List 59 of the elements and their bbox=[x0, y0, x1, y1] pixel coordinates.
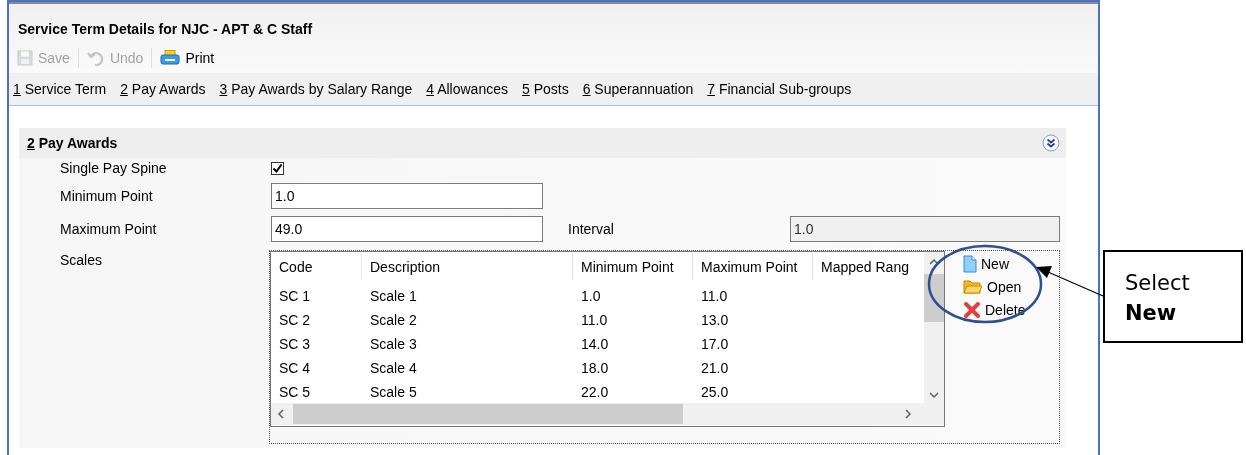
delete-button[interactable]: Delete bbox=[963, 301, 1059, 319]
window-title: Service Term Details for NJC - APT & C Staff bbox=[17, 20, 314, 39]
double-chevron-icon[interactable] bbox=[1042, 134, 1060, 152]
table-cell-text: SC 1 bbox=[278, 288, 312, 304]
table-cell-text: SC 2 bbox=[278, 312, 312, 328]
field-label: Maximum Point bbox=[60, 221, 158, 237]
section-title: 2 Pay Awards bbox=[27, 135, 118, 151]
table-cell-text: 17.0 bbox=[700, 336, 730, 352]
print-button[interactable]: Print bbox=[158, 50, 217, 66]
field-label: Single Pay Spine bbox=[60, 160, 168, 176]
table-cell-text: 21.0 bbox=[700, 360, 730, 376]
scrollbar-thumb[interactable] bbox=[924, 274, 944, 322]
table-cell-text: SC 4 bbox=[278, 360, 312, 376]
table-cell-text: SC 3 bbox=[278, 336, 312, 352]
table-cell-text: 13.0 bbox=[700, 312, 730, 328]
table-cell-text: SC 5 bbox=[278, 384, 312, 400]
tab-link[interactable]: 6 Superannuation bbox=[582, 81, 694, 97]
table-cell-text: 25.0 bbox=[700, 384, 730, 400]
table-cell-text: 14.0 bbox=[580, 336, 610, 352]
undo-icon bbox=[86, 50, 105, 66]
new-button[interactable]: New bbox=[963, 255, 1059, 273]
column-header[interactable]: Description bbox=[362, 254, 573, 280]
checkbox[interactable] bbox=[271, 161, 284, 175]
tab-link[interactable]: 2 Pay Awards bbox=[120, 81, 206, 97]
table-cell-text: Scale 5 bbox=[369, 384, 418, 400]
folder-icon bbox=[963, 279, 983, 295]
input-field[interactable]: 49.0 bbox=[271, 216, 543, 242]
scrollbar-thumb[interactable] bbox=[293, 404, 683, 424]
printer-icon bbox=[160, 50, 181, 66]
column-header[interactable]: Mapped Rang bbox=[813, 254, 913, 280]
column-header[interactable]: Minimum Point bbox=[573, 254, 693, 280]
scroll-down-icon[interactable] bbox=[929, 391, 939, 399]
table-cell-text: 1.0 bbox=[580, 288, 602, 304]
callout-text: Select New bbox=[1125, 270, 1191, 327]
table-cell-text: Scale 3 bbox=[369, 336, 418, 352]
table-cell-text: 11.0 bbox=[580, 312, 609, 328]
tab-link[interactable]: 1 Service Term bbox=[13, 81, 107, 97]
scroll-left-icon[interactable] bbox=[277, 409, 285, 419]
field-label: Minimum Point bbox=[60, 188, 154, 204]
table-cell-text: 22.0 bbox=[580, 384, 610, 400]
input-field[interactable]: 1.0 bbox=[271, 183, 543, 209]
table-cell-text: Scale 4 bbox=[369, 360, 418, 376]
column-header[interactable]: Code bbox=[271, 254, 362, 280]
field-label: Scales bbox=[60, 251, 104, 270]
document-icon bbox=[963, 255, 977, 273]
delete-icon bbox=[963, 301, 981, 319]
table-cell-text: 18.0 bbox=[580, 360, 610, 376]
table-cell-text: Scale 2 bbox=[369, 312, 418, 328]
tab-link[interactable]: 7 Financial Sub-groups bbox=[707, 81, 852, 97]
tab-link[interactable]: 4 Allowances bbox=[426, 81, 508, 97]
table-cell-text: 11.0 bbox=[700, 288, 729, 304]
open-button[interactable]: Open bbox=[963, 279, 1059, 295]
scroll-right-icon[interactable] bbox=[904, 409, 912, 419]
field-label: Interval bbox=[568, 221, 615, 237]
scroll-up-icon[interactable] bbox=[929, 258, 939, 266]
column-header[interactable]: Maximum Point bbox=[693, 254, 813, 280]
tab-link[interactable]: 3 Pay Awards by Salary Range bbox=[219, 81, 413, 97]
table-cell-text: Scale 1 bbox=[369, 288, 418, 304]
tab-link[interactable]: 5 Posts bbox=[521, 81, 569, 97]
